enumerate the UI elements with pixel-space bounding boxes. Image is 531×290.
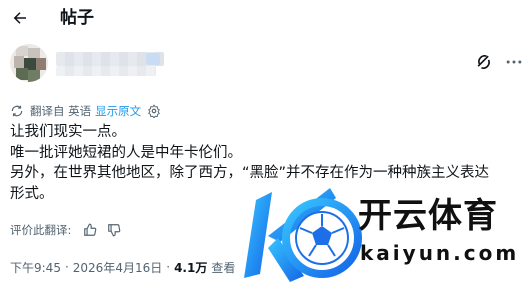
meta-separator: ·	[64, 260, 69, 274]
post-line: 让我们现实一点。	[10, 124, 126, 140]
arrow-left-icon	[13, 12, 26, 24]
translation-info: 翻译自 英语 显示原文	[10, 103, 161, 119]
top-bar: 帖子	[0, 0, 531, 36]
thumbs-down-icon[interactable]	[107, 223, 121, 237]
page-title: 帖子	[60, 8, 94, 28]
views-count: 4.1万	[174, 260, 208, 275]
rate-translation: 评价此翻译:	[10, 222, 121, 238]
more-icon[interactable]	[504, 54, 524, 70]
post-date[interactable]: 2026年4月16日	[73, 259, 162, 276]
post-line: 唯一批评她短裙的人是中年卡伦们。	[10, 144, 242, 161]
rate-label: 评价此翻译:	[10, 223, 72, 237]
verified-badge-icon	[146, 53, 160, 65]
translation-label: 翻译自 英语	[30, 104, 92, 118]
watermark-en: kaiyun.com	[360, 241, 520, 265]
show-original-link[interactable]: 显示原文	[95, 103, 141, 119]
thumbs-up-icon[interactable]	[83, 223, 97, 237]
views-label: 查看	[211, 260, 236, 275]
post-time[interactable]: 下午9:45	[10, 259, 61, 276]
avatar[interactable]	[10, 44, 48, 82]
post-meta: 下午9:45 · 2026年4月16日 · 4.1万 查看	[10, 258, 235, 276]
back-button[interactable]	[8, 6, 32, 30]
watermark-cn: 开云体育	[358, 196, 498, 236]
gear-icon[interactable]	[147, 104, 161, 118]
meta-separator: ·	[166, 260, 171, 274]
grok-icon[interactable]	[474, 52, 494, 72]
author-handle[interactable]	[56, 66, 156, 76]
translate-icon	[11, 105, 23, 117]
